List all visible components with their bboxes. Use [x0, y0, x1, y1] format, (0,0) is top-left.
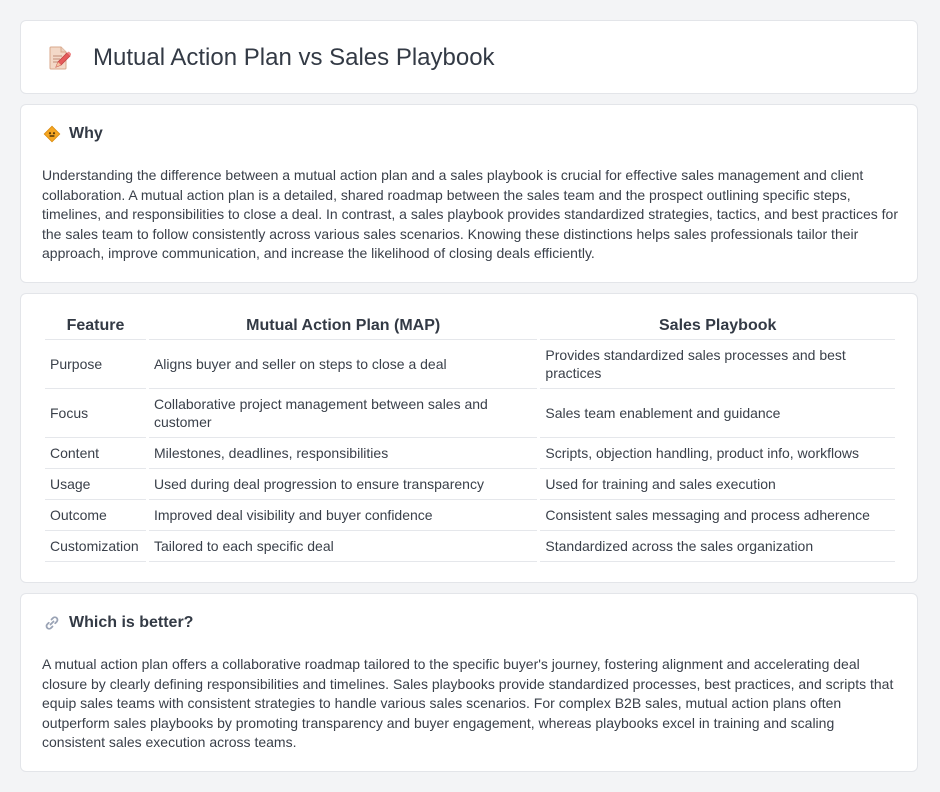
- row-feature: Purpose: [45, 340, 146, 389]
- row-playbook-value: Used for training and sales execution: [540, 469, 895, 500]
- why-title: Why: [69, 125, 103, 142]
- row-playbook-value: Provides standardized sales processes an…: [540, 340, 895, 389]
- row-feature: Content: [45, 438, 146, 469]
- header-feature: Feature: [45, 313, 146, 340]
- better-text: A mutual action plan offers a collaborat…: [42, 656, 894, 751]
- link-icon: [43, 614, 61, 632]
- row-feature: Outcome: [45, 500, 146, 531]
- row-map-value: Improved deal visibility and buyer confi…: [148, 500, 538, 531]
- why-card: Why Understanding the difference between…: [20, 104, 918, 283]
- row-playbook-value: Sales team enablement and guidance: [540, 389, 895, 438]
- better-header: Which is better?: [43, 614, 193, 632]
- why-header: Why: [43, 125, 103, 143]
- header-playbook: Sales Playbook: [540, 313, 895, 340]
- comparison-card: Feature Mutual Action Plan (MAP) Sales P…: [20, 293, 918, 583]
- row-map-value: Used during deal progression to ensure t…: [148, 469, 538, 500]
- why-text: Understanding the difference between a m…: [42, 167, 899, 262]
- diamond-warning-icon: [43, 125, 61, 143]
- row-feature: Focus: [45, 389, 146, 438]
- row-feature: Customization: [45, 531, 146, 562]
- table-row: Usage Used during deal progression to en…: [45, 469, 895, 500]
- header-map: Mutual Action Plan (MAP): [148, 313, 538, 340]
- comparison-table: Feature Mutual Action Plan (MAP) Sales P…: [42, 313, 898, 562]
- table-row: Focus Collaborative project management b…: [45, 389, 895, 438]
- row-feature: Usage: [45, 469, 146, 500]
- table-row: Content Milestones, deadlines, responsib…: [45, 438, 895, 469]
- row-playbook-value: Consistent sales messaging and process a…: [540, 500, 895, 531]
- row-map-value: Milestones, deadlines, responsibilities: [148, 438, 538, 469]
- table-row: Purpose Aligns buyer and seller on steps…: [45, 340, 895, 389]
- row-map-value: Tailored to each specific deal: [148, 531, 538, 562]
- row-map-value: Aligns buyer and seller on steps to clos…: [148, 340, 538, 389]
- page-title: Mutual Action Plan vs Sales Playbook: [93, 44, 495, 71]
- better-title: Which is better?: [69, 614, 194, 631]
- row-playbook-value: Standardized across the sales organizati…: [540, 531, 895, 562]
- table-row: Customization Tailored to each specific …: [45, 531, 895, 562]
- table-row: Outcome Improved deal visibility and buy…: [45, 500, 895, 531]
- document-pencil-icon: [47, 45, 72, 71]
- row-playbook-value: Scripts, objection handling, product inf…: [540, 438, 895, 469]
- row-map-value: Collaborative project management between…: [148, 389, 538, 438]
- table-header-row: Feature Mutual Action Plan (MAP) Sales P…: [45, 313, 895, 340]
- better-card: Which is better? A mutual action plan of…: [20, 593, 918, 772]
- title-card: Mutual Action Plan vs Sales Playbook: [20, 20, 918, 94]
- title-row: Mutual Action Plan vs Sales Playbook: [47, 43, 495, 73]
